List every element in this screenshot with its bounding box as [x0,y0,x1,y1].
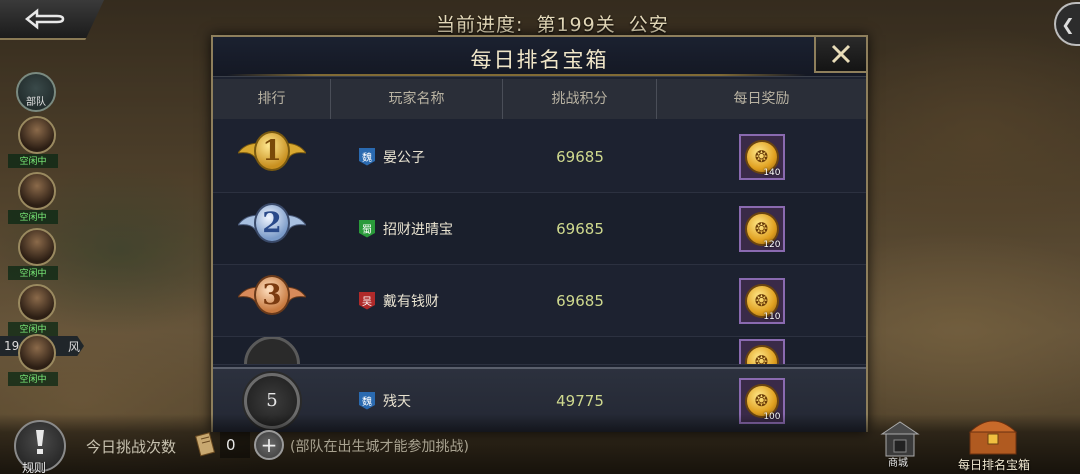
faction-wei-icon: 魏 [359,391,375,410]
medal-number: 2 [254,202,290,243]
faction-shu-icon: 蜀 [359,219,375,238]
troop-slot[interactable]: 空闲中 [8,228,58,280]
player-name: 晏公子 [383,149,425,166]
shop-label: 商城 [888,458,908,469]
faction-wei-icon: 魏 [359,147,375,166]
troop-slot[interactable]: 空闲中 [8,334,58,386]
treasure-chest-icon[interactable] [958,410,1028,458]
table-row: ❂ [213,337,866,365]
close-icon [831,44,851,64]
column-header-rank: 排行 [213,79,331,119]
chevron-left-icon: ❮ [1061,14,1075,34]
reward-cell: ❂ 140 [657,133,866,180]
back-arrow-icon [24,8,65,30]
rank-list[interactable]: 1 魏 晏公子 69685 ❂ 140 2 蜀 招财进晴宝 69685 ❂ 12… [213,121,866,365]
player-name: 戴有钱财 [383,293,439,310]
dialog-title-bar: 每日排名宝箱 [213,37,866,77]
reward-item[interactable]: ❂ 120 [738,205,785,252]
troop-header-label: 部队 [26,97,46,108]
troop-status: 空闲中 [8,154,58,168]
table-row: 1 魏 晏公子 69685 ❂ 140 [213,121,866,193]
player-name-cell: 魏 晏公子 [331,147,503,167]
general-avatar [18,334,56,372]
troop-slot[interactable]: 空闲中 [8,172,58,224]
troop-header-icon[interactable]: 部队 [16,72,56,112]
reward-cell: ❂ 110 [657,277,866,324]
close-button[interactable] [814,37,866,73]
troop-slot[interactable]: 空闲中 [8,284,58,336]
attempts-hint: (部队在出生城才能参加挑战) [290,439,469,455]
rules-label: 规则 [22,461,47,474]
medal-number: 3 [254,274,290,315]
gold-medal-icon: 1 [238,125,306,189]
progress-city: 公安 [628,14,669,36]
rank-cell: 2 [213,193,331,264]
general-avatar [18,172,56,210]
plus-icon: + [260,433,278,457]
scroll-icon [195,432,215,457]
troop-status: 空闲中 [8,210,58,224]
attempts-count: 0 [220,432,250,458]
troop-sidebar: 部队 空闲中 空闲中 空闲中 空闲中 [8,72,62,336]
troop-count-suffix: 风 [67,339,80,354]
reward-item[interactable]: ❂ 110 [738,277,785,324]
player-name: 残天 [383,393,411,410]
score: 69685 [556,147,604,166]
reward-quantity: 120 [763,239,781,250]
table-header: 排行 玩家名称 挑战积分 每日奖励 [213,79,866,119]
score: 69685 [556,219,604,238]
table-row: 2 蜀 招财进晴宝 69685 ❂ 120 [213,193,866,265]
general-avatar [18,116,56,154]
faction-wu-icon: 吴 [359,291,375,310]
silver-medal-icon: 2 [238,197,306,261]
general-avatar [18,284,56,322]
player-name-cell: 吴 戴有钱财 [331,291,503,311]
daily-rank-chest-label: 每日排名宝箱 [958,458,1031,472]
reward-quantity: 110 [763,311,781,322]
medal-number: 1 [254,130,290,171]
column-header-player: 玩家名称 [331,79,503,119]
score: 49775 [556,391,604,410]
rank-badge-icon [244,337,300,364]
column-header-reward: 每日奖励 [733,91,790,107]
dialog-title: 每日排名宝箱 [470,48,609,72]
player-name-cell: 蜀 招财进晴宝 [331,219,503,239]
reward-item[interactable]: ❂ 140 [738,133,785,180]
add-attempts-button[interactable]: + [254,430,284,460]
reward-quantity: 140 [763,167,781,178]
player-name: 招财进晴宝 [383,221,453,238]
gold-coin-icon: ❂ [744,344,779,364]
bronze-medal-icon: 3 [238,269,306,333]
troop-status: 空闲中 [8,266,58,280]
reward-item[interactable]: ❂ [738,338,785,364]
daily-rank-dialog: 每日排名宝箱 排行 玩家名称 挑战积分 每日奖励 1 魏 晏公子 69685 ❂… [211,35,868,432]
player-name-cell: 魏 残天 [331,391,503,411]
progress-stage: 第199关 [536,14,616,36]
reward-cell: ❂ 120 [657,205,866,252]
exclamation-icon [36,430,44,454]
today-attempts-label: 今日挑战次数 [86,438,177,456]
score: 69685 [556,291,604,310]
progress-prefix: 当前进度: [436,14,524,36]
general-avatar [18,228,56,266]
reward-cell: ❂ [657,337,866,364]
rank-cell: 3 [213,265,331,336]
table-row: 3 吴 戴有钱财 69685 ❂ 110 [213,265,866,337]
rank-cell: 1 [213,121,331,192]
column-header-score: 挑战积分 [503,79,657,119]
troop-slot[interactable]: 空闲中 [8,116,58,168]
troop-status: 空闲中 [8,372,58,386]
rank-cell [213,337,331,364]
title-divider [227,74,806,76]
